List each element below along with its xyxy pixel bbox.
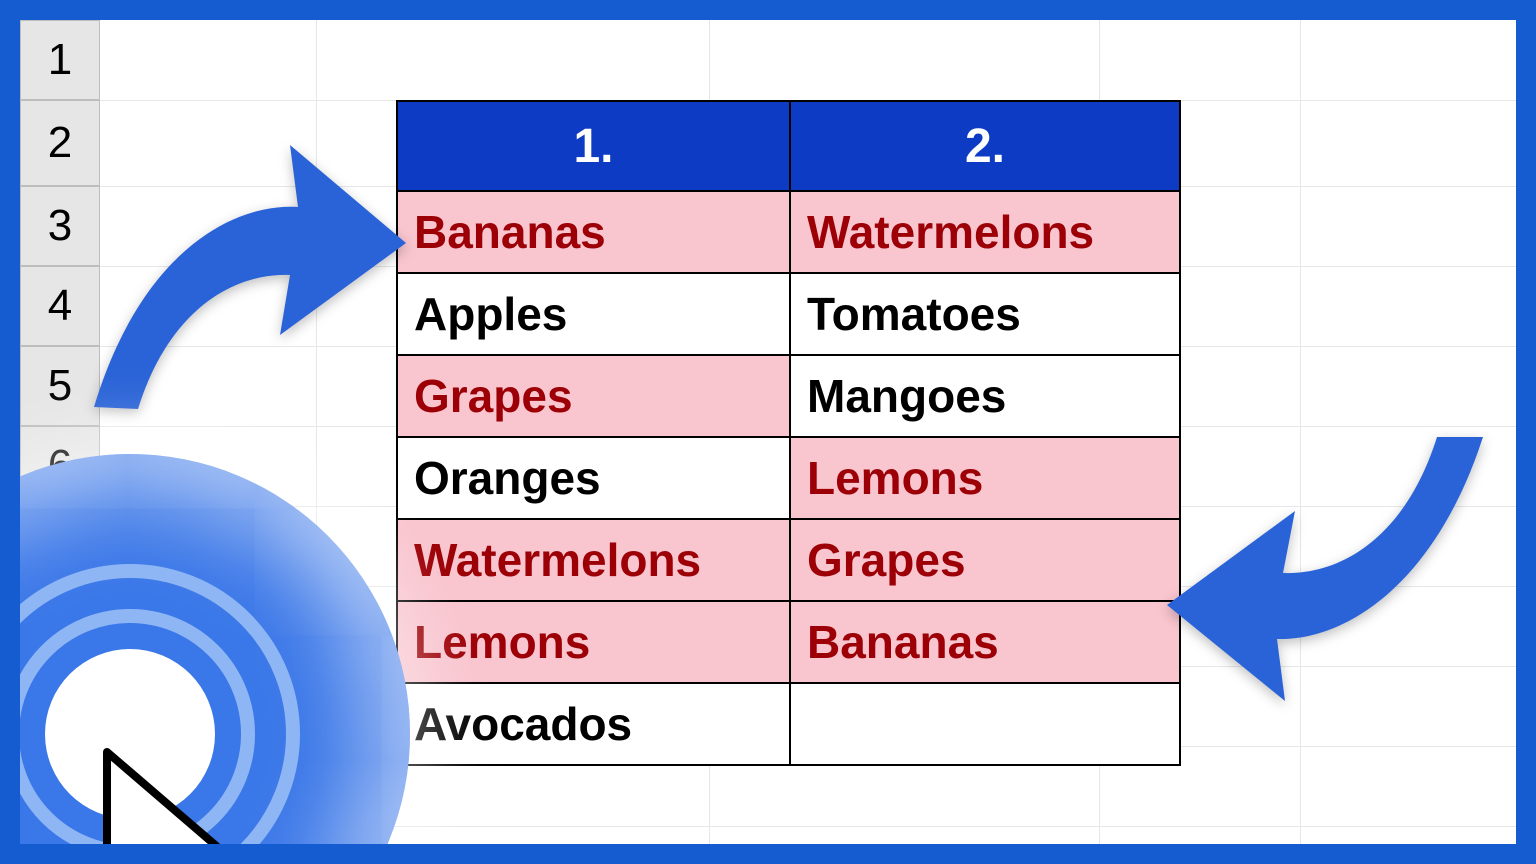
table-row: Apples Tomatoes <box>397 273 1180 355</box>
cell-list1-r4[interactable]: Oranges <box>397 437 790 519</box>
table-row: Oranges Lemons <box>397 437 1180 519</box>
thumbnail-frame: 1 2 3 4 5 6 <box>0 0 1536 864</box>
comparison-table: 1. 2. Bananas Watermelons Apples Tomatoe… <box>396 100 1181 766</box>
column-header-2[interactable]: 2. <box>790 101 1180 191</box>
row-header-6[interactable]: 6 <box>20 426 100 506</box>
table-row: Avocados <box>397 683 1180 765</box>
cell-list2-r7[interactable] <box>790 683 1180 765</box>
table-row: Grapes Mangoes <box>397 355 1180 437</box>
row-header-1[interactable]: 1 <box>20 20 100 100</box>
cell-list1-r6[interactable]: Lemons <box>397 601 790 683</box>
curved-arrow-icon <box>1155 425 1495 745</box>
cell-list2-r1[interactable]: Watermelons <box>790 191 1180 273</box>
cell-list2-r6[interactable]: Bananas <box>790 601 1180 683</box>
cell-list2-r3[interactable]: Mangoes <box>790 355 1180 437</box>
curved-arrow-icon <box>80 125 410 435</box>
table-row: Bananas Watermelons <box>397 191 1180 273</box>
cell-list1-r5[interactable]: Watermelons <box>397 519 790 601</box>
cell-list1-r7[interactable]: Avocados <box>397 683 790 765</box>
cell-list2-r2[interactable]: Tomatoes <box>790 273 1180 355</box>
cell-list2-r5[interactable]: Grapes <box>790 519 1180 601</box>
cell-list1-r1[interactable]: Bananas <box>397 191 790 273</box>
column-header-1[interactable]: 1. <box>397 101 790 191</box>
cell-list2-r4[interactable]: Lemons <box>790 437 1180 519</box>
table-row: Lemons Bananas <box>397 601 1180 683</box>
table-row: Watermelons Grapes <box>397 519 1180 601</box>
table-header-row: 1. 2. <box>397 101 1180 191</box>
cell-list1-r3[interactable]: Grapes <box>397 355 790 437</box>
cell-list1-r2[interactable]: Apples <box>397 273 790 355</box>
